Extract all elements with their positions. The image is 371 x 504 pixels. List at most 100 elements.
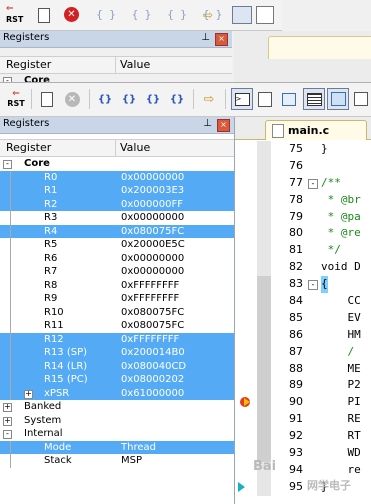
breakpoint-gutter[interactable]	[235, 361, 255, 378]
register-value[interactable]: 0x00000000	[121, 171, 184, 185]
register-value[interactable]: 0xFFFFFFFF	[121, 279, 179, 293]
register-row[interactable]: + Banked	[0, 400, 234, 414]
code-line[interactable]: 86 HM	[235, 326, 371, 344]
back-cmd-icon[interactable]	[232, 6, 252, 24]
register-value[interactable]: 0xFFFFFFFF	[121, 292, 179, 306]
breakpoint-gutter[interactable]	[235, 462, 255, 479]
breakpoint-gutter[interactable]	[235, 377, 255, 394]
watch-button[interactable]	[351, 89, 371, 109]
register-row[interactable]: R3 0x00000000	[0, 211, 234, 225]
breakpoint-gutter[interactable]	[235, 175, 255, 192]
register-value[interactable]: 0x080075FC	[121, 225, 184, 239]
back-disasm-icon[interactable]	[256, 6, 274, 24]
register-value[interactable]: 0x080040CD	[121, 360, 186, 374]
register-row[interactable]: Mode Thread	[0, 440, 234, 455]
code-line[interactable]: 85 EV	[235, 309, 371, 327]
back-rst-icon[interactable]: ⇐	[6, 4, 14, 14]
registers-window-button[interactable]	[303, 88, 325, 110]
register-row[interactable]: + System	[0, 414, 234, 428]
code-line[interactable]: 79 * @pa	[235, 208, 371, 226]
disassembly-button[interactable]	[255, 89, 275, 109]
run-list-button[interactable]	[37, 89, 57, 109]
value-column-header[interactable]: Value	[120, 141, 150, 154]
breakpoint-gutter[interactable]	[235, 259, 255, 276]
breakpoint-gutter[interactable]	[235, 479, 255, 496]
code-line[interactable]: 84 CC	[235, 293, 371, 310]
register-row[interactable]: R4 0x080075FC	[0, 224, 234, 239]
code-line[interactable]: 88 ME	[235, 360, 371, 378]
fold-icon[interactable]: -	[308, 280, 318, 291]
expand-icon[interactable]: +	[24, 389, 33, 399]
register-row[interactable]: R5 0x20000E5C	[0, 238, 234, 252]
register-row[interactable]: - Core	[0, 157, 234, 171]
collapse-icon[interactable]: -	[3, 160, 12, 169]
register-row[interactable]: R12 0xFFFFFFFF	[0, 332, 234, 346]
breakpoint-gutter[interactable]	[235, 158, 255, 175]
code-line[interactable]: 78 * @br	[235, 191, 371, 209]
code-line[interactable]: 87 /	[235, 343, 371, 361]
stop-button[interactable]: ✕	[62, 89, 82, 109]
back-stop-icon[interactable]: ✕	[64, 7, 79, 22]
code-line[interactable]: 75}	[235, 141, 371, 158]
register-row[interactable]: R7 0x00000000	[0, 265, 234, 279]
register-row[interactable]: R9 0xFFFFFFFF	[0, 292, 234, 306]
register-value[interactable]: 0x08000202	[121, 373, 184, 387]
register-row[interactable]: R6 0x00000000	[0, 251, 234, 266]
breakpoint-gutter[interactable]	[235, 411, 255, 428]
code-line[interactable]: 90 PI	[235, 394, 371, 412]
register-value[interactable]: 0x61000000	[121, 387, 184, 401]
register-row[interactable]: R0 0x00000000	[0, 170, 234, 185]
register-row[interactable]: R1 0x200003E3	[0, 184, 234, 198]
register-row[interactable]: R11 0x080075FC	[0, 319, 234, 333]
breakpoint-gutter[interactable]	[235, 276, 255, 293]
breakpoint-gutter[interactable]	[235, 344, 255, 361]
register-value[interactable]: 0x080075FC	[121, 306, 184, 320]
pin-icon[interactable]: ⊥	[203, 118, 212, 129]
back-list-icon[interactable]	[38, 8, 50, 23]
symbols-button[interactable]	[279, 89, 299, 109]
breakpoint-gutter[interactable]	[235, 242, 255, 259]
back-pin-icon[interactable]: ⊥	[201, 32, 210, 43]
breakpoint-gutter[interactable]	[235, 141, 255, 158]
code-line[interactable]: 82 void D	[235, 259, 371, 277]
code-line[interactable]: 80 * @re	[235, 225, 371, 243]
register-row[interactable]: R15 (PC) 0x08000202	[0, 373, 234, 387]
register-value[interactable]: 0x00000000	[121, 252, 184, 266]
reset-button[interactable]: ⇐ RST	[6, 89, 26, 109]
step-over-button[interactable]: {}	[119, 89, 139, 109]
register-value[interactable]: 0x200003E3	[121, 184, 184, 198]
code-line[interactable]: 77-/**	[235, 174, 371, 192]
register-value[interactable]: 0x080075FC	[121, 319, 184, 333]
call-stack-button[interactable]	[327, 88, 349, 110]
code-line[interactable]: 92 RT	[235, 428, 371, 446]
breakpoint-gutter[interactable]	[235, 192, 255, 209]
command-window-button[interactable]: >	[231, 88, 253, 110]
register-value[interactable]: Thread	[121, 441, 156, 455]
breakpoint-gutter[interactable]	[235, 293, 255, 310]
register-row[interactable]: - Internal	[0, 427, 234, 441]
register-column-header[interactable]: Register	[6, 141, 51, 154]
breakpoint-gutter[interactable]	[235, 225, 255, 242]
register-row[interactable]: R10 0x080075FC	[0, 305, 234, 320]
code-line[interactable]: 91 RE	[235, 411, 371, 429]
register-row[interactable]: R13 (SP) 0x200014B0	[0, 346, 234, 360]
back-editor-tab[interactable]	[268, 36, 371, 59]
breakpoint-gutter[interactable]	[235, 445, 255, 462]
breakpoint-gutter[interactable]	[235, 310, 255, 327]
run-to-cursor-button[interactable]: {}	[167, 89, 187, 109]
register-row[interactable]: + xPSR 0x61000000	[0, 386, 234, 401]
collapse-icon[interactable]: -	[3, 430, 12, 439]
register-value[interactable]: 0x200014B0	[121, 346, 185, 360]
register-row[interactable]: Stack MSP	[0, 454, 234, 468]
register-value[interactable]: 0x000000FF	[121, 198, 183, 212]
register-value[interactable]: 0x00000000	[121, 211, 184, 225]
register-row[interactable]: R2 0x000000FF	[0, 197, 234, 212]
back-close-icon[interactable]: ×	[215, 33, 228, 46]
expand-icon[interactable]: +	[3, 416, 12, 426]
tab-main-c[interactable]: main.c	[265, 120, 367, 140]
code-line[interactable]: 76	[235, 157, 371, 175]
expand-icon[interactable]: +	[3, 403, 12, 412]
step-out-button[interactable]: {}	[143, 89, 163, 109]
show-next-statement-button[interactable]: ⇨	[199, 89, 219, 109]
back-run-icon[interactable]: ⇨	[203, 8, 213, 22]
